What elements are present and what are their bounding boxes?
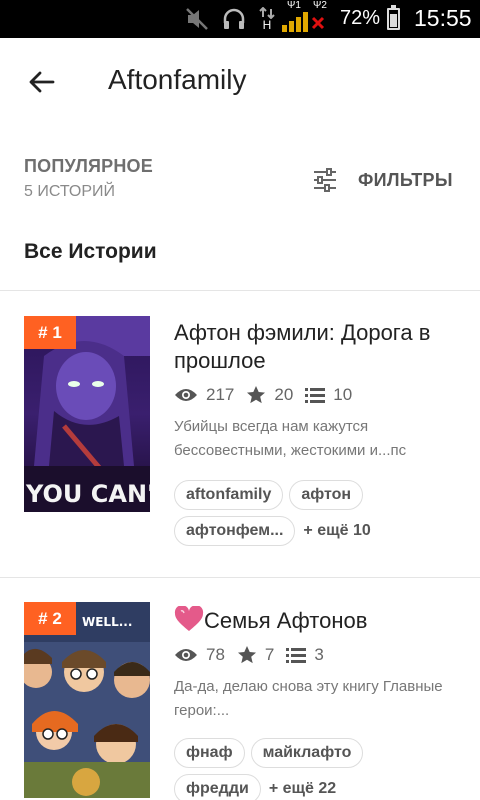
clock: 15:55 (414, 5, 472, 31)
list-icon (286, 648, 307, 663)
heart-icon (174, 606, 204, 631)
cover-text: WELL... (82, 615, 132, 629)
muted-icon (183, 6, 211, 32)
story-stats: 78 7 3 (174, 643, 336, 667)
story-cover[interactable]: WELL... # 2 (24, 602, 150, 798)
list-icon (305, 388, 326, 403)
story-description: Убийцы всегда нам кажутся бессовестными,… (174, 418, 407, 459)
data-transfer-icon: H (256, 6, 278, 32)
filters-label: ФИЛЬТРЫ (358, 169, 453, 190)
app-header: Aftonfamily (0, 38, 480, 124)
story-stats: 217 20 10 (174, 383, 364, 407)
eye-icon (175, 389, 197, 401)
parts-stat: 3 (286, 645, 324, 665)
cover-text: YOU CAN'T (25, 480, 150, 508)
network-type-label: H (262, 18, 272, 32)
story-card[interactable]: WELL... # 2 Семья Афтонов 78 7 3 Да-да, … (0, 578, 480, 800)
votes-stat: 7 (237, 645, 274, 665)
reads-count: 217 (206, 385, 235, 404)
story-title: Семья Афтонов (204, 608, 368, 633)
story-cover[interactable]: YOU CAN'T # 1 (24, 316, 150, 512)
reads-stat: 217 (174, 385, 234, 405)
sliders-icon (312, 167, 338, 193)
arrow-left-icon (29, 71, 55, 93)
more-tags-link[interactable]: + ещё 22 (269, 780, 336, 798)
reads-stat: 78 (174, 645, 225, 665)
votes-stat: 20 (246, 385, 293, 405)
votes-count: 7 (264, 645, 275, 664)
story-title[interactable]: Афтон фэмили: Дорога в прошлое (174, 319, 464, 375)
back-button[interactable] (22, 62, 62, 102)
star-icon (237, 646, 256, 664)
page-title: Aftonfamily (108, 64, 247, 95)
tag-list: фнаф майклафто фредди + ещё 22 (174, 738, 474, 800)
rank-badge: # 2 (24, 602, 76, 635)
votes-count: 20 (274, 385, 294, 404)
story-title-row[interactable]: Семья Афтонов (174, 606, 464, 635)
section-title: Все Истории (24, 240, 157, 263)
reads-count: 78 (206, 645, 225, 664)
battery-icon (387, 5, 400, 30)
rank-badge: # 1 (24, 316, 76, 349)
parts-stat: 10 (305, 385, 352, 405)
story-count: 5 ИСТОРИЙ (24, 183, 116, 200)
filters-button[interactable]: ФИЛЬТРЫ (312, 164, 453, 196)
signal-sim2-no-service-icon (309, 14, 327, 32)
more-tags-link[interactable]: + ещё 10 (303, 522, 370, 540)
story-card[interactable]: YOU CAN'T # 1 Афтон фэмили: Дорога в про… (0, 291, 480, 577)
status-bar: H Ψ1 Ψ2 72% 15:55 (0, 0, 480, 38)
sim2-label: Ψ2 (313, 0, 327, 11)
battery-percent: 72% (340, 7, 381, 29)
tag-chip[interactable]: фнаф (174, 738, 245, 768)
tag-chip[interactable]: aftonfamily (174, 480, 284, 510)
signal-sim1-icon (282, 10, 308, 32)
parts-count: 3 (314, 645, 324, 664)
story-description: Да-да, делаю снова эту книгу Главные гер… (174, 678, 443, 719)
tag-list: aftonfamily афтон афтонфем... + ещё 10 (174, 480, 474, 552)
tag-chip[interactable]: афтон (289, 480, 364, 510)
headphones-icon (220, 6, 248, 32)
star-icon (247, 386, 266, 404)
parts-count: 10 (333, 385, 353, 404)
eye-icon (175, 649, 197, 661)
sort-label[interactable]: ПОПУЛЯРНОЕ (24, 156, 153, 177)
tag-chip[interactable]: афтонфем... (174, 516, 296, 546)
tag-chip[interactable]: фредди (174, 774, 261, 800)
sim1-label: Ψ1 (287, 0, 301, 11)
tag-chip[interactable]: майклафто (250, 738, 364, 768)
